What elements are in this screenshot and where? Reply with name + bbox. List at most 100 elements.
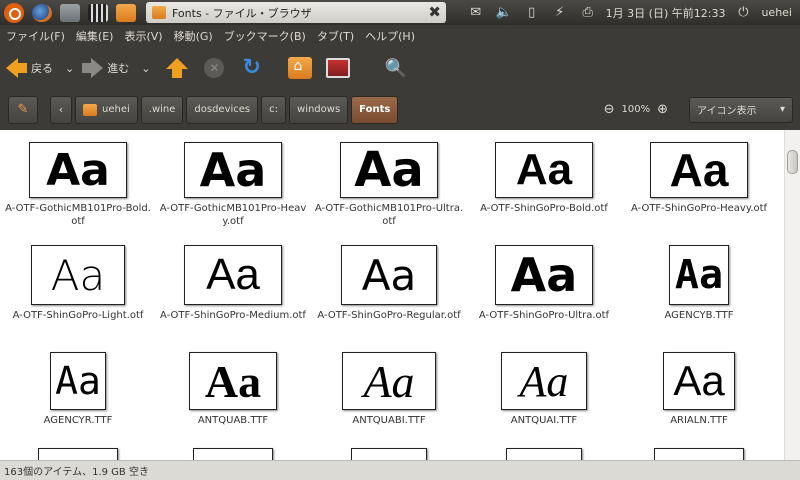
font-file-name: A-OTF-ShinGoPro-Ultra.otf <box>478 310 610 321</box>
font-file-item[interactable]: Aa A-OTF-ShinGoPro-Light.otf <box>0 245 156 322</box>
font-preview-icon <box>654 448 744 460</box>
vertical-scrollbar[interactable] <box>784 130 800 460</box>
font-file-item[interactable]: Aa ANTQUAI.TTF <box>466 352 622 427</box>
font-file-item[interactable]: Aa A-OTF-ShinGoPro-Ultra.otf <box>466 245 622 322</box>
menu-go[interactable]: 移動(G) <box>174 28 213 44</box>
font-file-item[interactable]: Aa AGENCYB.TTF <box>621 245 777 322</box>
font-preview-icon: Aa <box>669 245 729 305</box>
font-file-name: A-OTF-ShinGoPro-Regular.otf <box>317 310 461 321</box>
menu-bookmarks[interactable]: ブックマーク(B) <box>224 28 306 44</box>
chevron-down-icon: ▾ <box>779 104 785 115</box>
location-bar: ✎ ‹ uehei .wine dosdevices c: windows Fo… <box>0 89 800 130</box>
zoom-in-icon[interactable]: ⊕ <box>657 102 668 117</box>
font-file-name: A-OTF-GothicMB101Pro-Heavy.otf <box>159 203 307 227</box>
font-file-item[interactable]: Aa A-OTF-GothicMB101Pro-Ultra.otf <box>311 142 467 228</box>
menu-file[interactable]: ファイル(F) <box>6 28 65 44</box>
font-file-name: ANTQUAB.TTF <box>197 415 269 426</box>
font-file-item[interactable] <box>466 448 622 460</box>
mail-icon[interactable]: ✉ <box>466 0 486 25</box>
network-icon[interactable]: ⚡ <box>550 0 570 25</box>
search-icon[interactable]: 🔍 <box>384 58 406 79</box>
font-preview-icon: Aa <box>342 352 436 410</box>
printer-icon[interactable]: ⎙ <box>578 0 598 25</box>
toolbar: 戻る ⌄ 進む ⌄ ✕ ↻ 🔍 <box>0 47 800 89</box>
font-file-item[interactable]: Aa A-OTF-GothicMB101Pro-Bold.otf <box>0 142 156 228</box>
breadcrumb-wine[interactable]: .wine <box>140 95 184 124</box>
forward-history-chevron-down-icon[interactable]: ⌄ <box>141 62 150 75</box>
menu-view[interactable]: 表示(V) <box>124 28 162 44</box>
home-folder-icon <box>83 103 97 116</box>
font-file-name: A-OTF-ShinGoPro-Bold.otf <box>480 203 608 214</box>
font-file-name: ANTQUABI.TTF <box>352 415 426 426</box>
back-arrow-icon <box>6 58 18 78</box>
file-view[interactable]: Aa A-OTF-GothicMB101Pro-Bold.otf Aa A-OTF-G… <box>0 130 784 460</box>
menu-help[interactable]: ヘルプ(H) <box>365 28 415 44</box>
clock[interactable]: 1月 3日 (日) 午前12:33 <box>606 5 726 21</box>
font-file-item[interactable]: Aa ANTQUABI.TTF <box>311 352 467 427</box>
up-button[interactable] <box>166 58 189 78</box>
font-file-item[interactable]: Aa A-OTF-ShinGoPro-Bold.otf <box>466 142 622 215</box>
status-text: 163個のアイテム、1.9 GB 空き <box>4 467 149 478</box>
breadcrumb-home[interactable]: uehei <box>75 95 138 124</box>
font-file-name: ARIALN.TTF <box>670 415 728 426</box>
taskbar-window-button[interactable]: Fonts - ファイル・ブラウザ ✖ <box>146 2 446 23</box>
menu-edit[interactable]: 編集(E) <box>76 28 114 44</box>
font-file-item[interactable]: Aa A-OTF-ShinGoPro-Medium.otf <box>155 245 311 322</box>
computer-icon[interactable] <box>326 58 351 78</box>
zoom-control: ⊖ 100% ⊕ <box>597 102 675 117</box>
home-folder-launcher[interactable] <box>112 0 140 25</box>
volume-icon[interactable]: 🔈 <box>494 0 514 25</box>
battery-icon[interactable]: ▯ <box>522 0 542 25</box>
ubuntu-logo-icon <box>4 2 24 23</box>
back-history-chevron-down-icon[interactable]: ⌄ <box>65 62 74 75</box>
font-file-name: A-OTF-GothicMB101Pro-Ultra.otf <box>314 203 464 227</box>
font-file-item[interactable] <box>621 448 777 460</box>
font-file-item[interactable]: Aa ANTQUAB.TTF <box>155 352 311 427</box>
font-file-name: AGENCYR.TTF <box>43 415 113 426</box>
files-launcher[interactable] <box>56 0 84 25</box>
forward-button[interactable]: 進む <box>82 53 129 83</box>
font-preview-icon <box>351 448 427 460</box>
font-preview-icon: Aa <box>184 142 282 198</box>
breadcrumb-fonts[interactable]: Fonts <box>351 95 399 124</box>
font-file-item[interactable]: Aa ARIALN.TTF <box>621 352 777 427</box>
font-file-name: AGENCYB.TTF <box>664 310 734 321</box>
view-mode-select[interactable]: アイコン表示 ▾ <box>689 96 793 123</box>
font-file-item[interactable]: Aa AGENCYR.TTF <box>0 352 156 427</box>
font-file-item[interactable]: Aa A-OTF-ShinGoPro-Heavy.otf <box>621 142 777 215</box>
home-folder-icon <box>116 3 136 22</box>
font-file-name: A-OTF-ShinGoPro-Medium.otf <box>160 310 306 321</box>
stop-icon[interactable]: ✕ <box>204 58 225 78</box>
back-button[interactable]: 戻る <box>6 53 53 83</box>
reload-icon[interactable]: ↻ <box>242 57 264 79</box>
font-preview-icon: Aa <box>495 142 593 198</box>
power-icon[interactable]: ⏻ <box>733 0 753 25</box>
menu-tabs[interactable]: タブ(T) <box>317 28 354 44</box>
font-file-item[interactable] <box>155 448 311 460</box>
home-icon[interactable] <box>288 57 313 79</box>
username[interactable]: uehei <box>761 6 792 19</box>
breadcrumb-c[interactable]: c: <box>261 95 287 124</box>
breadcrumb-prev-button[interactable]: ‹ <box>50 95 72 124</box>
up-arrow-icon <box>166 58 189 69</box>
scrollbar-thumb[interactable] <box>787 150 798 174</box>
zoom-out-icon[interactable]: ⊖ <box>604 102 615 117</box>
breadcrumb-dosdevices[interactable]: dosdevices <box>186 95 259 124</box>
ubuntu-menu-button[interactable] <box>0 0 28 25</box>
font-file-item[interactable]: Aa A-OTF-ShinGoPro-Regular.otf <box>311 245 467 322</box>
font-preview-icon <box>38 448 118 460</box>
close-icon[interactable]: ✖ <box>428 3 441 21</box>
status-bar: 163個のアイテム、1.9 GB 空き <box>0 460 800 480</box>
edit-location-icon[interactable]: ✎ <box>8 95 38 124</box>
firefox-icon <box>32 3 52 22</box>
firefox-launcher[interactable] <box>28 0 56 25</box>
font-file-item[interactable]: Aa A-OTF-GothicMB101Pro-Heavy.otf <box>155 142 311 228</box>
font-preview-icon: Aa <box>184 245 282 305</box>
font-preview-icon: Aa <box>340 142 438 198</box>
breadcrumb-windows[interactable]: windows <box>289 95 349 124</box>
font-file-item[interactable] <box>311 448 467 460</box>
film-icon <box>88 3 108 22</box>
font-file-name: ANTQUAI.TTF <box>510 415 578 426</box>
font-file-item[interactable] <box>0 448 156 460</box>
video-launcher[interactable] <box>84 0 112 25</box>
